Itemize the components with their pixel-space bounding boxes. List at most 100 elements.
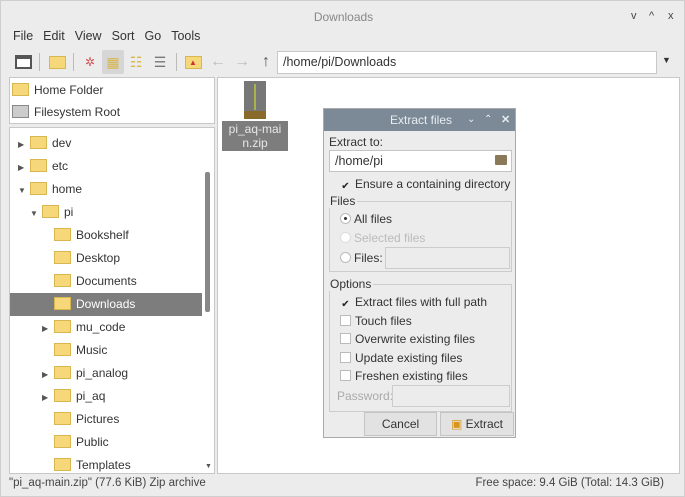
checkbox-label: Extract files with full path — [355, 295, 488, 309]
checkbox-label: Overwrite existing files — [355, 332, 476, 346]
compact-view-icon[interactable]: ☷ — [125, 50, 147, 74]
dialog-titlebar: Extract files ⌄ ⌃ ✕ — [324, 109, 515, 131]
tree-item-label: pi — [64, 205, 74, 219]
status-free-space: Free space: 9.4 GiB (Total: 14.3 GiB) — [475, 477, 664, 489]
menu-tools[interactable]: Tools — [171, 29, 200, 43]
tree-item-pictures[interactable]: Pictures — [10, 408, 202, 431]
tree-item-label: Downloads — [76, 297, 136, 311]
menu-sort[interactable]: Sort — [112, 29, 135, 43]
folder-icon — [54, 297, 71, 310]
close-button[interactable]: x — [668, 10, 674, 22]
tree-item-home[interactable]: ▼ home — [10, 178, 202, 201]
option-checkbox[interactable]: Freshen existing files — [340, 369, 468, 383]
tree-item-mu_code[interactable]: ▶ mu_code — [10, 316, 202, 339]
checkbox-icon — [340, 314, 351, 326]
tree-item-public[interactable]: Public — [10, 431, 202, 454]
all-files-radio[interactable]: All files — [340, 212, 392, 226]
expander-icon[interactable]: ▶ — [18, 133, 30, 156]
tree-item-downloads[interactable]: Downloads — [10, 293, 202, 316]
menu-bar: File Edit View Sort Go Tools — [13, 29, 200, 43]
menu-go[interactable]: Go — [145, 29, 162, 43]
menu-view[interactable]: View — [75, 29, 102, 43]
file-item[interactable]: pi_aq-main.zip — [222, 81, 288, 151]
tree-scrollbar[interactable] — [205, 172, 210, 312]
option-checkbox[interactable]: Update existing files — [340, 351, 462, 365]
folder-icon — [54, 251, 71, 264]
expander-icon[interactable]: ▶ — [42, 317, 54, 340]
folder-icon — [54, 412, 71, 425]
file-name: pi_aq-main.zip — [222, 121, 288, 151]
checkbox-icon — [340, 370, 351, 381]
tree-item-label: Bookshelf — [76, 228, 129, 242]
minimize-button[interactable]: v — [631, 10, 637, 22]
place-label: Home Folder — [34, 83, 104, 97]
folder-icon — [54, 389, 71, 402]
forward-icon[interactable]: → — [231, 50, 253, 74]
checkbox-label: Touch files — [355, 313, 412, 328]
tree-item-templates[interactable]: Templates — [10, 454, 202, 473]
tree-item-label: Music — [76, 343, 108, 357]
place-filesystem-root[interactable]: Filesystem Root — [12, 101, 120, 124]
menu-edit[interactable]: Edit — [43, 29, 65, 43]
option-checkbox[interactable]: Touch files — [340, 314, 412, 328]
expander-icon[interactable]: ▶ — [18, 156, 30, 179]
option-checkbox[interactable]: Overwrite existing files — [340, 332, 475, 346]
radio-label: All files — [354, 212, 393, 226]
toolbar-separator — [73, 53, 74, 71]
tree-item-pi[interactable]: ▼ pi — [10, 201, 202, 224]
maximize-button[interactable]: ^ — [649, 10, 654, 22]
ensure-directory-checkbox[interactable]: ✔ Ensure a containing directory — [340, 177, 510, 193]
extract-to-input[interactable]: /home/pi — [329, 150, 512, 172]
tree-item-documents[interactable]: Documents — [10, 270, 202, 293]
place-label: Filesystem Root — [34, 105, 121, 119]
tree-item-pi_analog[interactable]: ▶ pi_analog — [10, 362, 202, 385]
tree-item-music[interactable]: Music — [10, 339, 202, 362]
drive-icon — [12, 105, 29, 118]
password-input[interactable] — [392, 385, 510, 407]
files-group-label: Files — [328, 194, 358, 208]
extract-to-label: Extract to: — [329, 135, 384, 149]
dialog-minimize-button[interactable]: ⌄ — [467, 109, 475, 131]
tree-item-desktop[interactable]: Desktop — [10, 247, 202, 270]
list-view-icon[interactable]: ☰ — [149, 50, 171, 74]
place-home-folder[interactable]: Home Folder — [12, 79, 103, 102]
tree-item-label: Desktop — [76, 251, 121, 265]
tree-item-pi_aq[interactable]: ▶ pi_aq — [10, 385, 202, 408]
icon-view-icon[interactable]: ▦ — [102, 50, 124, 74]
radio-label: Selected files — [354, 231, 426, 245]
home-folder-icon — [12, 83, 29, 96]
home-icon[interactable]: ▲ — [182, 50, 204, 74]
scroll-down-icon[interactable]: ▼ — [205, 463, 212, 470]
back-icon[interactable]: ← — [207, 50, 229, 74]
selected-files-radio[interactable]: Selected files — [340, 231, 425, 245]
expander-icon[interactable]: ▼ — [18, 179, 30, 202]
extract-icon: ▣ — [450, 417, 463, 431]
dialog-close-button[interactable]: ✕ — [501, 109, 510, 131]
extract-button[interactable]: ▣ Extract — [440, 412, 514, 436]
up-icon[interactable]: ↑ — [255, 50, 277, 74]
path-input[interactable]: /home/pi/Downloads — [277, 51, 657, 74]
files-pattern-input[interactable] — [385, 247, 510, 269]
path-history-dropdown-icon[interactable]: ▼ — [662, 55, 671, 65]
option-checkbox[interactable]: ✔ Extract files with full path — [340, 295, 487, 311]
expander-icon[interactable]: ▼ — [30, 202, 42, 225]
checkbox-label: Ensure a containing directory — [355, 177, 511, 191]
dialog-maximize-button[interactable]: ⌃ — [484, 109, 492, 131]
tree-item-dev[interactable]: ▶ dev — [10, 132, 202, 155]
thumbnail-view-icon[interactable]: ✲ — [79, 50, 101, 74]
cancel-button[interactable]: Cancel — [364, 412, 437, 436]
checkbox-label: Freshen existing files — [355, 369, 468, 383]
tree-item-bookshelf[interactable]: Bookshelf — [10, 224, 202, 247]
browse-folder-icon[interactable] — [495, 155, 507, 165]
tree-item-etc[interactable]: ▶ etc — [10, 155, 202, 178]
expander-icon[interactable]: ▶ — [42, 363, 54, 386]
home-folder-icon — [42, 205, 59, 218]
files-pattern-radio[interactable]: Files: — [340, 251, 383, 265]
password-label: Password: — [337, 389, 394, 403]
checkbox-icon — [340, 351, 351, 363]
new-window-icon[interactable] — [12, 50, 34, 74]
options-group-label: Options — [328, 277, 374, 291]
menu-file[interactable]: File — [13, 29, 33, 43]
new-folder-icon[interactable] — [46, 50, 68, 74]
expander-icon[interactable]: ▶ — [42, 386, 54, 409]
